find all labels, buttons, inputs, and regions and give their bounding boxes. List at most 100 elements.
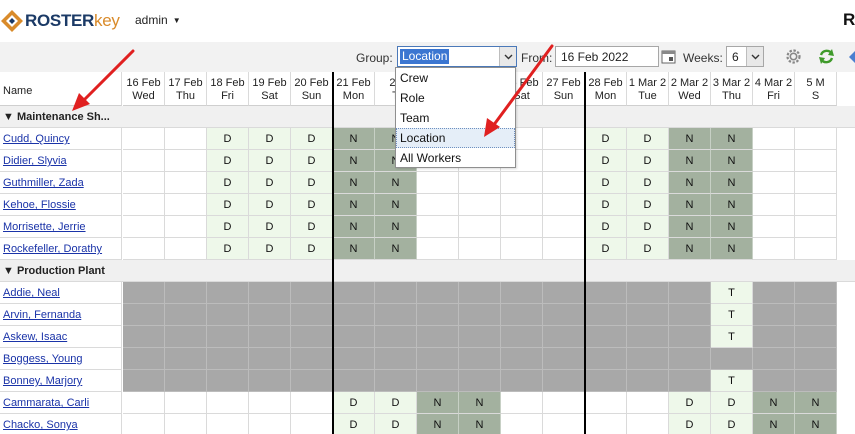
shift-cell-night[interactable]: N bbox=[375, 172, 417, 194]
shift-cell-day[interactable]: D bbox=[585, 172, 627, 194]
empty-cell[interactable] bbox=[543, 128, 585, 150]
unavailable-cell[interactable] bbox=[123, 282, 165, 304]
gear-icon[interactable] bbox=[784, 47, 803, 66]
empty-cell[interactable] bbox=[165, 392, 207, 414]
unavailable-cell[interactable] bbox=[207, 282, 249, 304]
shift-cell-day[interactable]: D bbox=[669, 392, 711, 414]
unavailable-cell[interactable] bbox=[165, 370, 207, 392]
unavailable-cell[interactable] bbox=[207, 348, 249, 370]
unavailable-cell[interactable] bbox=[291, 348, 333, 370]
empty-cell[interactable] bbox=[501, 414, 543, 434]
empty-cell[interactable] bbox=[501, 172, 543, 194]
empty-cell[interactable] bbox=[249, 414, 291, 434]
unavailable-cell[interactable] bbox=[795, 370, 837, 392]
worker-link[interactable]: Didier, Slyvia bbox=[3, 155, 67, 167]
unavailable-cell[interactable] bbox=[459, 370, 501, 392]
unavailable-cell[interactable] bbox=[585, 348, 627, 370]
empty-cell[interactable] bbox=[417, 216, 459, 238]
empty-cell[interactable] bbox=[543, 238, 585, 260]
unavailable-cell[interactable] bbox=[165, 326, 207, 348]
unavailable-cell[interactable] bbox=[165, 282, 207, 304]
refresh-icon[interactable] bbox=[817, 47, 836, 66]
shift-cell-day[interactable]: D bbox=[627, 150, 669, 172]
shift-cell-training[interactable]: T bbox=[711, 304, 753, 326]
shift-cell-night[interactable]: N bbox=[417, 392, 459, 414]
unavailable-cell[interactable] bbox=[417, 282, 459, 304]
shift-cell-day[interactable]: D bbox=[627, 172, 669, 194]
unavailable-cell[interactable] bbox=[501, 370, 543, 392]
calendar-icon[interactable] bbox=[660, 47, 677, 66]
worker-link[interactable]: Askew, Isaac bbox=[3, 331, 67, 343]
shift-cell-day[interactable]: D bbox=[207, 216, 249, 238]
shift-cell-night[interactable]: N bbox=[459, 392, 501, 414]
name-column-header[interactable]: Name bbox=[0, 72, 122, 106]
shift-cell-day[interactable]: D bbox=[711, 392, 753, 414]
shift-cell-training[interactable]: T bbox=[711, 326, 753, 348]
chevron-down-icon[interactable] bbox=[746, 47, 763, 66]
shift-cell-night[interactable]: N bbox=[711, 172, 753, 194]
unavailable-cell[interactable] bbox=[543, 326, 585, 348]
empty-cell[interactable] bbox=[543, 194, 585, 216]
unavailable-cell[interactable] bbox=[291, 370, 333, 392]
unavailable-cell[interactable] bbox=[249, 370, 291, 392]
shift-cell-night[interactable]: N bbox=[333, 194, 375, 216]
unavailable-cell[interactable] bbox=[711, 348, 753, 370]
shift-cell-day[interactable]: D bbox=[333, 414, 375, 434]
shift-cell-night[interactable]: N bbox=[459, 414, 501, 434]
shift-cell-day[interactable]: D bbox=[585, 238, 627, 260]
shift-cell-night[interactable]: N bbox=[333, 172, 375, 194]
unavailable-cell[interactable] bbox=[585, 282, 627, 304]
empty-cell[interactable] bbox=[417, 194, 459, 216]
group-select[interactable]: Location bbox=[397, 46, 517, 67]
group-row[interactable]: ▼ Production Plant bbox=[0, 260, 855, 282]
shift-cell-day[interactable]: D bbox=[585, 194, 627, 216]
unavailable-cell[interactable] bbox=[249, 282, 291, 304]
shift-cell-day[interactable]: D bbox=[585, 128, 627, 150]
empty-cell[interactable] bbox=[165, 216, 207, 238]
shift-cell-night[interactable]: N bbox=[711, 128, 753, 150]
unavailable-cell[interactable] bbox=[123, 370, 165, 392]
empty-cell[interactable] bbox=[459, 238, 501, 260]
worker-link[interactable]: Kehoe, Flossie bbox=[3, 199, 76, 211]
shift-cell-night[interactable]: N bbox=[711, 194, 753, 216]
shift-cell-night[interactable]: N bbox=[669, 194, 711, 216]
shift-cell-day[interactable]: D bbox=[585, 216, 627, 238]
unavailable-cell[interactable] bbox=[207, 370, 249, 392]
unavailable-cell[interactable] bbox=[375, 304, 417, 326]
chevron-left-icon[interactable] bbox=[846, 48, 855, 66]
empty-cell[interactable] bbox=[753, 150, 795, 172]
unavailable-cell[interactable] bbox=[417, 326, 459, 348]
shift-cell-night[interactable]: N bbox=[669, 216, 711, 238]
shift-cell-night[interactable]: N bbox=[669, 172, 711, 194]
empty-cell[interactable] bbox=[165, 238, 207, 260]
unavailable-cell[interactable] bbox=[123, 304, 165, 326]
shift-cell-day[interactable]: D bbox=[627, 194, 669, 216]
group-option-team[interactable]: Team bbox=[396, 108, 515, 128]
empty-cell[interactable] bbox=[123, 238, 165, 260]
unavailable-cell[interactable] bbox=[627, 304, 669, 326]
unavailable-cell[interactable] bbox=[669, 370, 711, 392]
empty-cell[interactable] bbox=[165, 194, 207, 216]
user-menu[interactable]: admin ▼ bbox=[135, 13, 181, 27]
shift-cell-day[interactable]: D bbox=[249, 216, 291, 238]
empty-cell[interactable] bbox=[627, 392, 669, 414]
unavailable-cell[interactable] bbox=[669, 304, 711, 326]
shift-cell-training[interactable]: T bbox=[711, 282, 753, 304]
shift-cell-night[interactable]: N bbox=[333, 150, 375, 172]
shift-cell-day[interactable]: D bbox=[249, 238, 291, 260]
empty-cell[interactable] bbox=[123, 392, 165, 414]
unavailable-cell[interactable] bbox=[795, 304, 837, 326]
unavailable-cell[interactable] bbox=[207, 326, 249, 348]
shift-cell-day[interactable]: D bbox=[207, 238, 249, 260]
empty-cell[interactable] bbox=[165, 150, 207, 172]
unavailable-cell[interactable] bbox=[543, 370, 585, 392]
unavailable-cell[interactable] bbox=[585, 304, 627, 326]
empty-cell[interactable] bbox=[753, 216, 795, 238]
empty-cell[interactable] bbox=[501, 194, 543, 216]
empty-cell[interactable] bbox=[249, 392, 291, 414]
empty-cell[interactable] bbox=[543, 216, 585, 238]
unavailable-cell[interactable] bbox=[123, 326, 165, 348]
unavailable-cell[interactable] bbox=[165, 348, 207, 370]
unavailable-cell[interactable] bbox=[669, 282, 711, 304]
worker-link[interactable]: Morrisette, Jerrie bbox=[3, 221, 86, 233]
